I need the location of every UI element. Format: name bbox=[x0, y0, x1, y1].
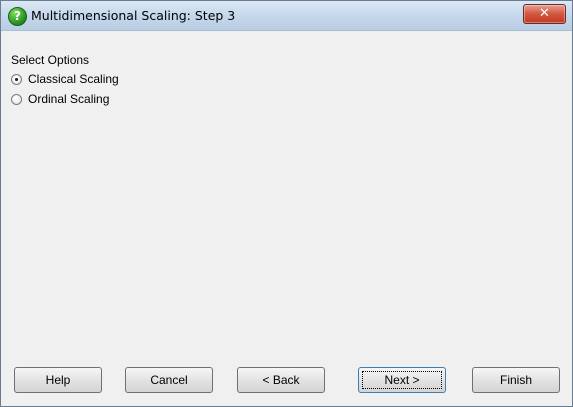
help-button[interactable]: Help bbox=[14, 367, 102, 393]
button-bar: Help Cancel < Back Next > Finish bbox=[1, 367, 572, 397]
classical-scaling-label[interactable]: Classical Scaling bbox=[28, 72, 119, 86]
dialog-content: Select Options Classical Scaling Ordinal… bbox=[1, 31, 572, 406]
help-question-icon: ? bbox=[8, 7, 27, 26]
select-options-label: Select Options bbox=[11, 53, 90, 67]
window-title: Multidimensional Scaling: Step 3 bbox=[31, 8, 236, 23]
close-icon: ✕ bbox=[539, 6, 550, 21]
back-button-label: < Back bbox=[262, 373, 300, 387]
dialog-window: ? Multidimensional Scaling: Step 3 ✕ Sel… bbox=[0, 0, 573, 407]
cancel-button-label: Cancel bbox=[150, 373, 188, 387]
classical-scaling-radio[interactable] bbox=[11, 74, 22, 85]
cancel-button[interactable]: Cancel bbox=[125, 367, 213, 393]
finish-button-label: Finish bbox=[499, 373, 532, 387]
title-bar[interactable]: ? Multidimensional Scaling: Step 3 ✕ bbox=[1, 1, 572, 31]
next-button-label: Next > bbox=[384, 373, 420, 387]
ordinal-scaling-label[interactable]: Ordinal Scaling bbox=[28, 92, 109, 106]
back-button[interactable]: < Back bbox=[237, 367, 325, 393]
close-button[interactable]: ✕ bbox=[523, 4, 566, 24]
finish-button[interactable]: Finish bbox=[472, 367, 560, 393]
help-button-label: Help bbox=[45, 373, 71, 387]
ordinal-scaling-radio[interactable] bbox=[11, 94, 22, 105]
next-button[interactable]: Next > bbox=[358, 367, 446, 393]
